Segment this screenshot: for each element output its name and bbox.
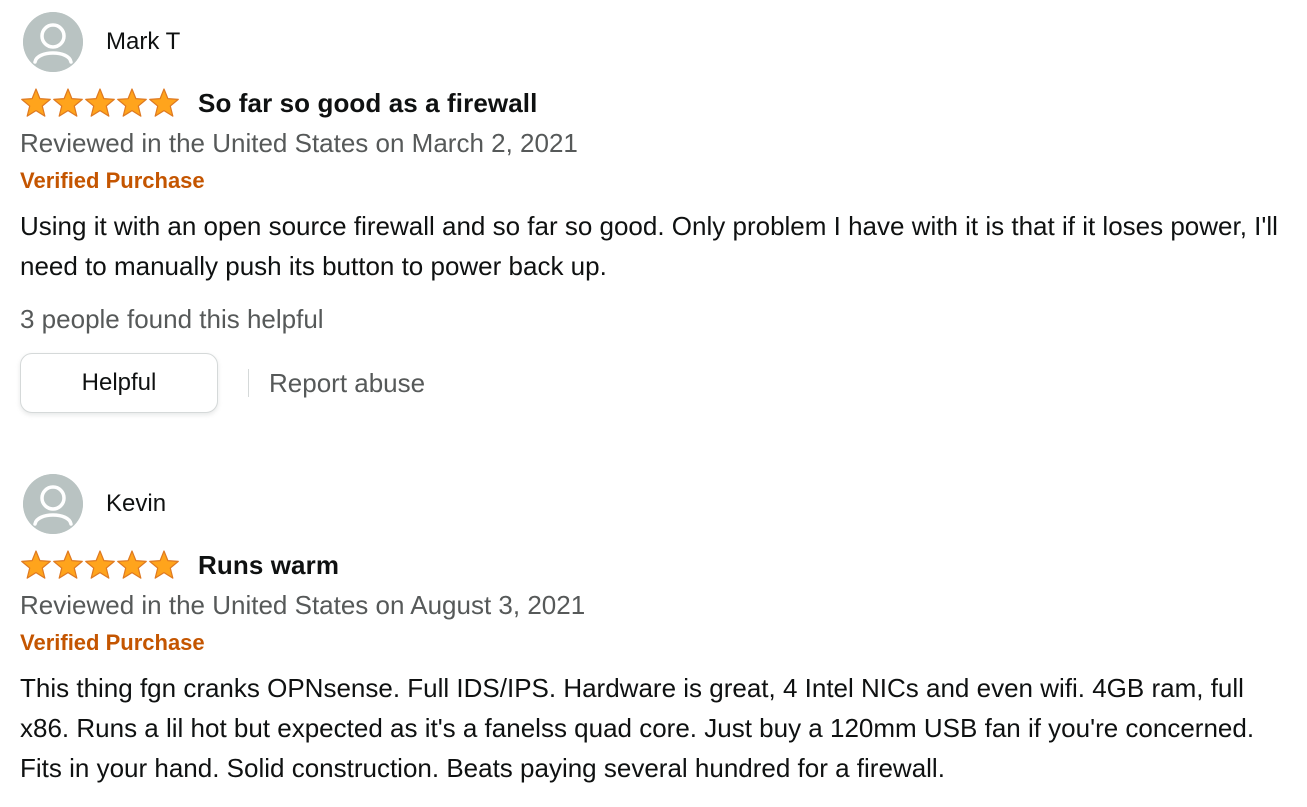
- star-icon: [117, 550, 147, 579]
- avatar-icon: [23, 474, 83, 534]
- verified-purchase-badge[interactable]: Verified Purchase: [20, 628, 1300, 658]
- review-title[interactable]: So far so good as a firewall: [198, 88, 537, 119]
- review-actions: Helpful Report abuse: [20, 352, 1300, 414]
- review-date: Reviewed in the United States on August …: [20, 590, 586, 620]
- reviewer-name[interactable]: Mark T: [106, 28, 180, 56]
- star-icon: [53, 550, 83, 579]
- star-icon: [85, 88, 115, 117]
- star-icon: [149, 88, 179, 117]
- star-rating[interactable]: [20, 88, 180, 118]
- avatar-icon: [23, 12, 83, 72]
- star-rating[interactable]: [20, 550, 180, 580]
- action-divider: [248, 369, 249, 397]
- star-icon: [149, 550, 179, 579]
- reviewer-profile[interactable]: Kevin: [20, 474, 1300, 534]
- reviewer-profile[interactable]: Mark T: [20, 12, 1300, 72]
- star-icon: [85, 550, 115, 579]
- review-date: Reviewed in the United States on March 2…: [20, 128, 578, 158]
- helpful-count: 3 people found this helpful: [20, 304, 324, 334]
- review-card: Kevin Runs warm Reviewed in the United S…: [20, 474, 1300, 788]
- review-title[interactable]: Runs warm: [198, 550, 339, 581]
- star-icon: [53, 88, 83, 117]
- review-body: This thing fgn cranks OPNsense. Full IDS…: [20, 673, 1255, 783]
- review-body: Using it with an open source firewall an…: [20, 211, 1278, 281]
- review-card: Mark T So far so good as a firewall Revi…: [20, 12, 1300, 414]
- reviewer-name[interactable]: Kevin: [106, 490, 166, 518]
- star-icon: [21, 88, 51, 117]
- star-icon: [117, 88, 147, 117]
- star-icon: [21, 550, 51, 579]
- helpful-button[interactable]: Helpful: [20, 353, 218, 413]
- report-abuse-link[interactable]: Report abuse: [269, 368, 425, 399]
- verified-purchase-badge[interactable]: Verified Purchase: [20, 166, 1300, 196]
